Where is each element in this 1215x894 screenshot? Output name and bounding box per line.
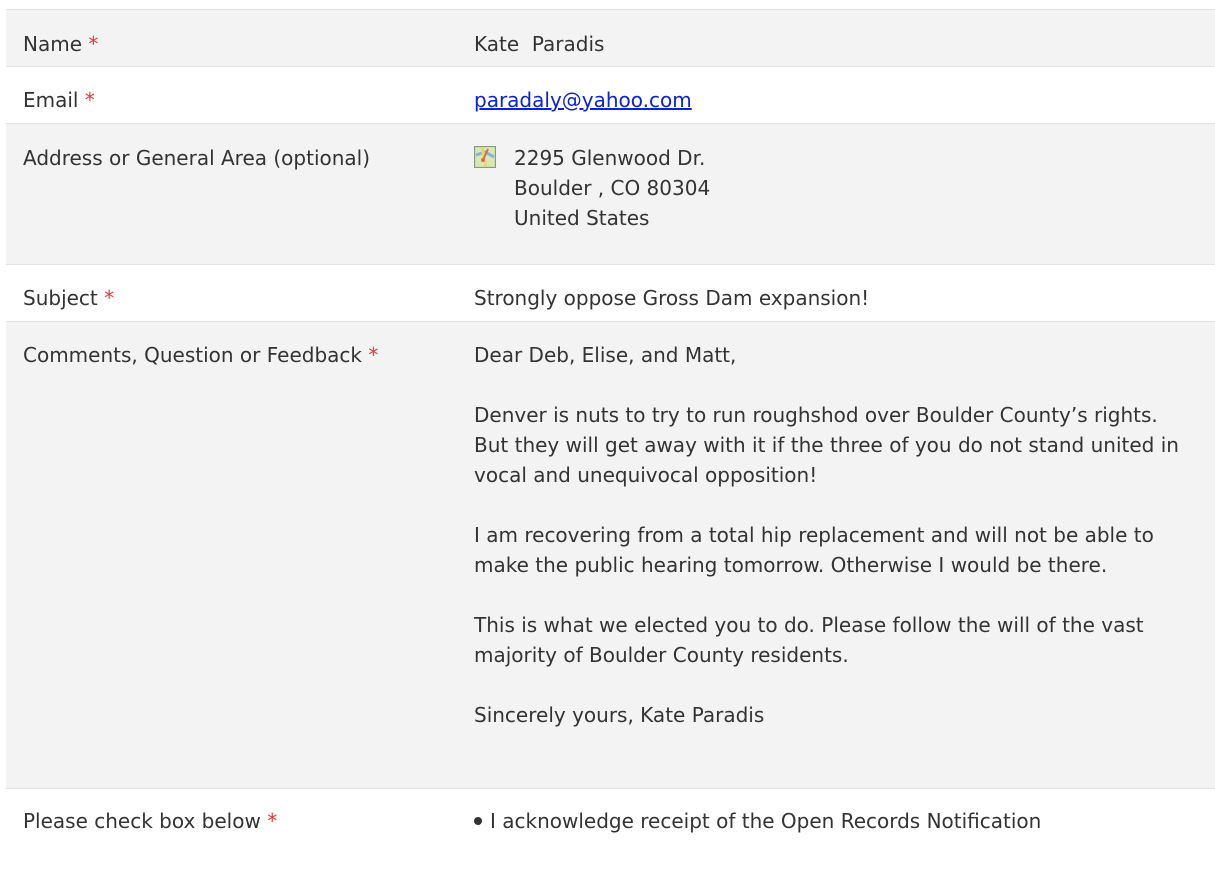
bullet-icon [474,817,482,825]
comment-paragraph: Denver is nuts to try to run roughshod o… [474,403,1179,487]
acknowledgement-label: Please check box below [23,809,261,833]
address-line1: 2295 Glenwood Dr. [514,146,706,170]
name-label: Name [23,32,83,56]
email-label-cell: Email * [6,85,474,123]
acknowledgement-value: I acknowledge receipt of the Open Record… [474,806,1215,849]
map-icon[interactable] [474,146,496,168]
comment-paragraph: I am recovering from a total hip replace… [474,523,1154,577]
address-text: 2295 Glenwood Dr. Boulder , CO 80304 Uni… [514,143,710,233]
address-line2: Boulder , CO 80304 [514,176,711,200]
name-label-cell: Name * [6,29,474,66]
address-row: Address or General Area (optional) 2295 … [6,124,1215,265]
comment-paragraph: Dear Deb, Elise, and Matt, [474,343,737,367]
acknowledgement-text: I acknowledge receipt of the Open Record… [490,809,1042,833]
name-row: Name * Kate Paradis [6,10,1215,67]
acknowledgement-item: I acknowledge receipt of the Open Record… [474,806,1195,836]
comments-value: Dear Deb, Elise, and Matt, Denver is nut… [474,340,1215,788]
required-marker: * [104,286,115,310]
comment-paragraph: Sincerely yours, Kate Paradis [474,703,765,727]
email-row: Email * paradaly@yahoo.com [6,67,1215,124]
acknowledgement-label-cell: Please check box below * [6,806,474,849]
required-marker: * [368,343,379,367]
required-marker: * [88,32,99,56]
submission-details-table: Name * Kate Paradis Email * paradaly@yah… [6,9,1215,849]
subject-row: Subject * Strongly oppose Gross Dam expa… [6,265,1215,322]
address-line3: United States [514,206,650,230]
email-link[interactable]: paradaly@yahoo.com [474,88,692,112]
comments-label: Comments, Question or Feedback [23,343,362,367]
subject-label-cell: Subject * [6,283,474,321]
acknowledgement-row: Please check box below * I acknowledge r… [6,789,1215,849]
email-value-cell: paradaly@yahoo.com [474,85,1215,123]
comment-paragraph: This is what we elected you to do. Pleas… [474,613,1144,667]
required-marker: * [267,809,278,833]
email-label: Email [23,88,79,112]
address-label: Address or General Area (optional) [23,146,371,170]
address-value-cell: 2295 Glenwood Dr. Boulder , CO 80304 Uni… [474,143,1215,264]
comments-label-cell: Comments, Question or Feedback * [6,340,474,788]
required-marker: * [84,88,95,112]
name-value: Kate Paradis [474,32,605,56]
comments-row: Comments, Question or Feedback * Dear De… [6,322,1215,789]
subject-label: Subject [23,286,98,310]
address-label-cell: Address or General Area (optional) [6,143,474,264]
subject-value: Strongly oppose Gross Dam expansion! [474,286,870,310]
